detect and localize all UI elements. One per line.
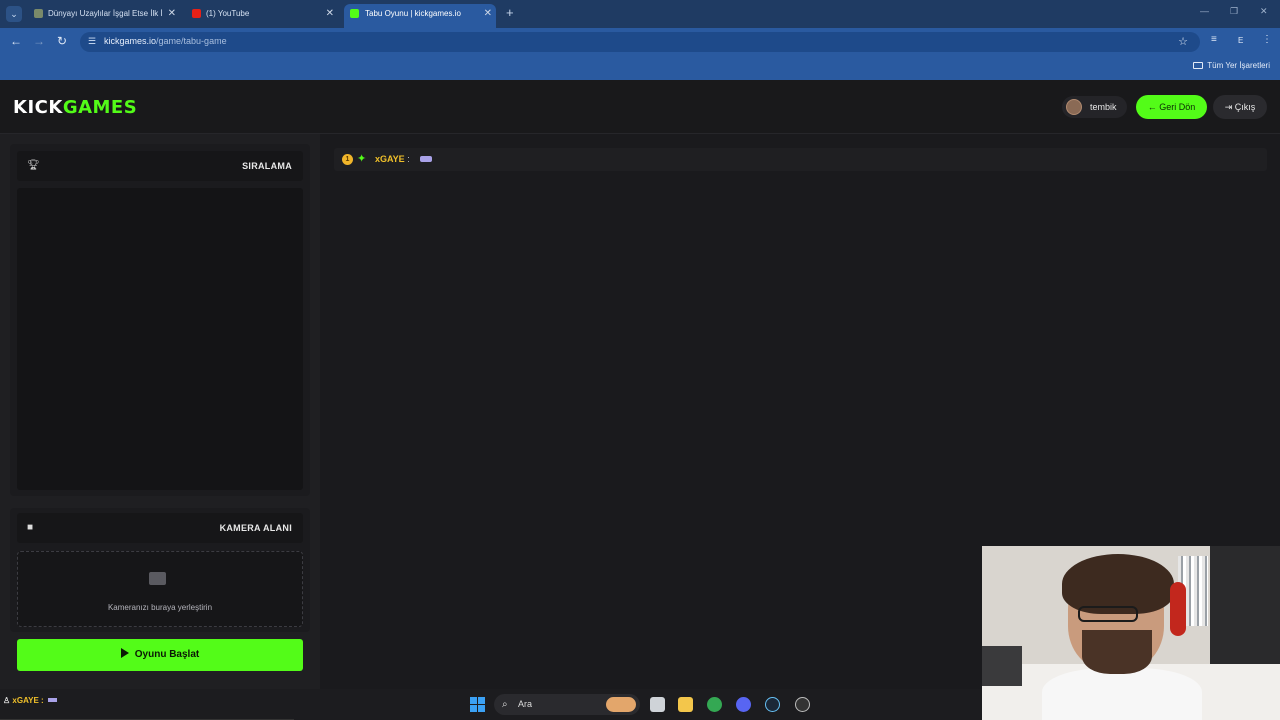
logout-button-label: Çıkış xyxy=(1234,102,1256,112)
media-control-icon[interactable]: ≡ xyxy=(1211,34,1217,45)
folder-icon xyxy=(1193,62,1204,69)
sidebar: 🏆︎ SIRALAMA ■ KAMERA ALANI Kameranızı bu… xyxy=(0,134,320,689)
start-game-label: Oyunu Başlat xyxy=(134,649,200,660)
emote-icon xyxy=(420,156,432,162)
youtube-favicon-icon xyxy=(192,9,201,18)
close-tab-icon[interactable]: ✕ xyxy=(326,4,334,24)
leaderboard-list xyxy=(17,188,303,490)
tab-title: (1) YouTube xyxy=(206,9,250,18)
camera-header: ■ KAMERA ALANI xyxy=(17,513,303,543)
close-tab-icon[interactable]: ✕ xyxy=(168,4,176,24)
browser-toolbar: ← → ↻ ☰ kickgames.io/game/tabu-game ☆ xyxy=(0,28,1280,56)
browser-tab[interactable]: Dünyayı Uzaylılar İşgal Etse İlk İ ✕ xyxy=(34,4,176,28)
widget-icon[interactable] xyxy=(606,697,636,712)
task-view-icon[interactable] xyxy=(650,697,665,712)
bookmarks-bar: Tüm Yer İşaretleri xyxy=(0,56,1280,80)
bookmark-star-icon[interactable]: ☆ xyxy=(1178,35,1188,48)
chair xyxy=(982,646,1022,686)
leaderboard-title: SIRALAMA xyxy=(242,161,292,171)
new-tab-icon[interactable]: + xyxy=(506,5,514,20)
tab-search-icon[interactable]: ⌄ xyxy=(6,6,22,22)
chrome-icon[interactable] xyxy=(707,697,722,712)
windows-start-icon[interactable] xyxy=(470,697,485,712)
person-icon: ♙ xyxy=(3,696,11,705)
browser-tab-strip: ⌄ Dünyayı Uzaylılar İşgal Etse İlk İ ✕ (… xyxy=(0,0,1280,28)
mini-chat-strip: ♙ xGAYE : xyxy=(0,689,294,720)
profile-button[interactable]: E xyxy=(1238,36,1243,45)
emote-icon xyxy=(47,698,57,702)
menu-dots-icon[interactable]: ⋮ xyxy=(1262,34,1272,45)
address-bar[interactable]: ☰ kickgames.io/game/tabu-game ☆ xyxy=(80,32,1200,52)
reload-icon[interactable]: ↻ xyxy=(57,34,67,48)
back-button-label: Geri Dön xyxy=(1159,102,1196,112)
camera-hint: Kameranızı buraya yerleştirin xyxy=(107,603,213,612)
browser-tab[interactable]: (1) YouTube ✕ xyxy=(192,4,334,28)
search-placeholder: Ara xyxy=(518,699,533,709)
camera-title: KAMERA ALANI xyxy=(219,523,292,533)
video-camera-icon: ■ xyxy=(27,522,34,533)
logout-icon: ⇥ xyxy=(1224,102,1235,112)
streamer-shirt xyxy=(1042,668,1202,720)
search-icon: ⌕ xyxy=(502,699,508,710)
browser-tab-active[interactable]: Tabu Oyunu | kickgames.io ✕ xyxy=(344,4,496,28)
start-game-button[interactable]: Oyunu Başlat xyxy=(17,639,303,671)
user-profile-chip[interactable]: tembik xyxy=(1062,96,1127,118)
steam-icon[interactable] xyxy=(765,697,780,712)
webcam-overlay xyxy=(982,546,1280,720)
chat-username[interactable]: xGAYE : xyxy=(375,154,410,164)
streamer-beard xyxy=(1082,630,1152,674)
restore-icon[interactable]: ❐ xyxy=(1230,6,1238,17)
arrow-left-icon: ← xyxy=(1147,102,1160,112)
camera-panel: ■ KAMERA ALANI Kameranızı buraya yerleşt… xyxy=(10,508,310,632)
back-button[interactable]: ← Geri Dön xyxy=(1136,95,1207,119)
chat-message-row: 1 ✦ xGAYE : xyxy=(334,148,1267,171)
kickgames-logo[interactable]: KICKGAMES xyxy=(13,97,137,118)
mini-chat-user: xGAYE xyxy=(12,696,39,705)
leaderboard-panel: 🏆︎ SIRALAMA xyxy=(10,144,310,496)
play-icon xyxy=(120,648,129,658)
file-explorer-icon[interactable] xyxy=(678,697,693,712)
tab-title: Dünyayı Uzaylılar İşgal Etse İlk İ xyxy=(48,9,163,18)
tab-title: Tabu Oyunu | kickgames.io xyxy=(365,9,461,18)
streamer-glasses xyxy=(1078,606,1138,622)
close-tab-icon[interactable]: ✕ xyxy=(484,4,492,24)
back-arrow-icon[interactable]: ← xyxy=(10,34,22,48)
close-window-icon[interactable]: ✕ xyxy=(1260,6,1268,17)
username: tembik xyxy=(1090,102,1117,112)
url-text: kickgames.io/game/tabu-game xyxy=(104,36,227,46)
site-settings-icon[interactable]: ☰ xyxy=(88,36,96,47)
all-bookmarks-button[interactable]: Tüm Yer İşaretleri xyxy=(1193,61,1270,70)
obs-icon[interactable] xyxy=(795,697,810,712)
all-bookmarks-label: Tüm Yer İşaretleri xyxy=(1207,61,1270,70)
discord-icon[interactable] xyxy=(736,697,751,712)
minimize-icon[interactable]: — xyxy=(1200,6,1209,16)
tab-favicon-icon xyxy=(34,9,43,18)
site-header: KICKGAMES tembik ← Geri Dön ⇥ Çıkış xyxy=(0,80,1280,134)
rank-badge-icon: 1 xyxy=(342,154,353,165)
sparkle-badge-icon: ✦ xyxy=(357,153,367,165)
kickgames-favicon-icon xyxy=(350,9,359,18)
headset xyxy=(1170,582,1186,636)
avatar xyxy=(1066,99,1082,115)
logout-button[interactable]: ⇥ Çıkış xyxy=(1213,95,1267,119)
streamer-hair xyxy=(1062,554,1174,614)
mini-chat-entry: ♙ xGAYE : xyxy=(3,696,57,705)
trophy-icon: 🏆︎ xyxy=(27,160,40,171)
leaderboard-header: 🏆︎ SIRALAMA xyxy=(17,151,303,181)
camera-drop-area[interactable]: Kameranızı buraya yerleştirin xyxy=(17,551,303,627)
video-camera-icon xyxy=(149,572,166,585)
forward-arrow-icon[interactable]: → xyxy=(33,34,45,48)
